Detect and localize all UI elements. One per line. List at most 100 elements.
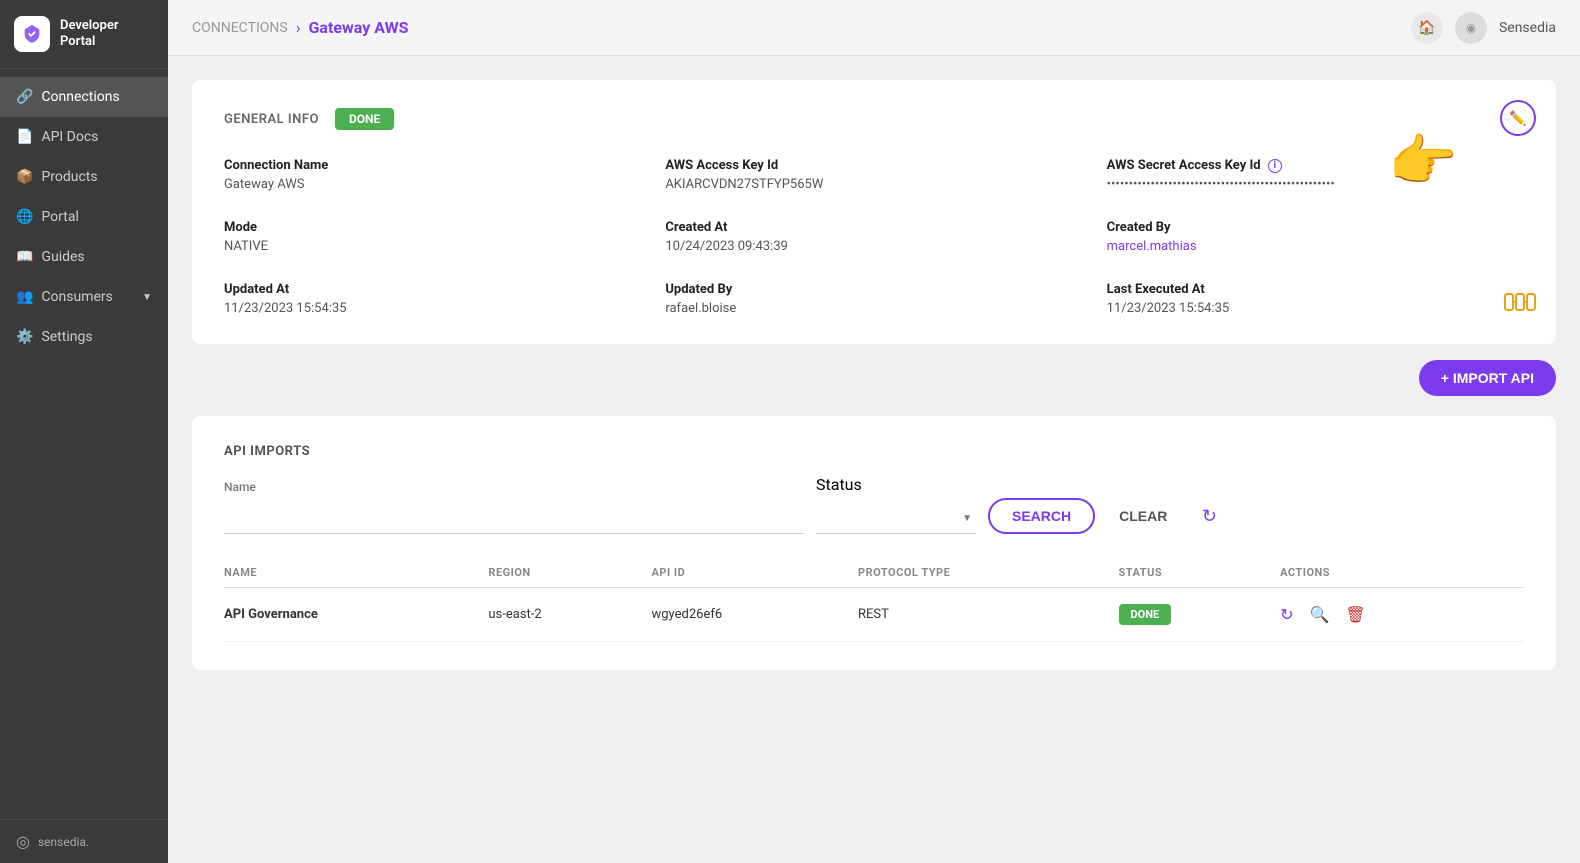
row-actions: ↻ 🔍 🗑: [1280, 588, 1524, 642]
sidebar-navigation: 🔗 Connections 📄 API Docs 📦 Products 🌐 Po…: [0, 69, 168, 819]
general-info-status-badge: DONE: [335, 108, 394, 130]
table-header: NAME REGION API ID PROTOCOL TYPE STATUS …: [224, 558, 1524, 588]
sidebar-item-guides[interactable]: 📖 Guides: [0, 237, 168, 277]
field-last-executed-at-value: 11/23/2023 15:54:35: [1107, 301, 1524, 316]
field-updated-by-label: Updated By: [665, 282, 1082, 297]
page-content: 👈 GENERAL INFO DONE ✏️ Connection Name G…: [168, 56, 1580, 863]
col-name: NAME: [224, 558, 488, 588]
breadcrumb-current: Gateway AWS: [309, 18, 409, 37]
notifications-button[interactable]: ◉: [1455, 12, 1487, 44]
col-actions: ACTIONS: [1280, 558, 1524, 588]
clear-button[interactable]: CLEAR: [1107, 498, 1179, 534]
sidebar-footer: ◎ sensedia.: [0, 819, 168, 863]
topbar-actions: 🏠 ◉ Sensedia: [1411, 12, 1556, 44]
status-badge: DONE: [1119, 604, 1172, 625]
field-aws-access-key-id-value: AKIARCVDN27STFYP565W: [665, 177, 1082, 192]
col-status: STATUS: [1119, 558, 1281, 588]
row-api-id: wgyed26ef6: [651, 588, 858, 642]
field-updated-at-value: 11/23/2023 15:54:35: [224, 301, 641, 316]
row-region: us-east-2: [488, 588, 651, 642]
name-filter-field: Name: [224, 480, 804, 534]
search-button[interactable]: SEARCH: [988, 498, 1095, 534]
status-filter-field: Status DONE ERROR PENDING ▼: [816, 475, 976, 534]
col-protocol-type: PROTOCOL TYPE: [858, 558, 1118, 588]
logo-icon: [14, 16, 50, 52]
field-created-at-label: Created At: [665, 220, 1082, 235]
sidebar: Developer Portal 🔗 Connections 📄 API Doc…: [0, 0, 168, 863]
name-filter-input[interactable]: [224, 498, 804, 534]
settings-icon: ⚙️: [16, 329, 33, 345]
field-last-executed-at-label: Last Executed At: [1107, 282, 1524, 297]
sidebar-item-connections[interactable]: 🔗 Connections: [0, 77, 168, 117]
sensedia-footer-icon: ◎: [16, 832, 30, 851]
products-icon: 📦: [16, 169, 33, 185]
field-created-at: Created At 10/24/2023 09:43:39: [665, 220, 1082, 254]
home-button[interactable]: 🏠: [1411, 12, 1443, 44]
api-imports-title: API IMPORTS: [224, 444, 1524, 459]
refresh-action-icon[interactable]: ↻: [1280, 605, 1293, 624]
general-info-card: GENERAL INFO DONE ✏️ Connection Name Gat…: [192, 80, 1556, 344]
status-filter-select[interactable]: DONE ERROR PENDING: [816, 498, 976, 534]
logo-text: Developer Portal: [60, 18, 119, 49]
breadcrumb: CONNECTIONS › Gateway AWS: [192, 18, 1403, 37]
field-created-by-value: marcel.mathias: [1107, 239, 1524, 254]
row-protocol-type: REST: [858, 588, 1118, 642]
import-api-button[interactable]: + IMPORT API: [1419, 360, 1556, 396]
api-imports-card: API IMPORTS Name Status DONE ERROR PENDI…: [192, 416, 1556, 670]
col-region: REGION: [488, 558, 651, 588]
field-updated-at: Updated At 11/23/2023 15:54:35: [224, 282, 641, 316]
col-api-id: API ID: [651, 558, 858, 588]
schema-view-button[interactable]: [1504, 286, 1536, 324]
api-docs-icon: 📄: [16, 129, 33, 145]
sidebar-item-settings[interactable]: ⚙️ Settings: [0, 317, 168, 357]
main-content: CONNECTIONS › Gateway AWS 🏠 ◉ Sensedia 👈…: [168, 0, 1580, 863]
field-mode-value: NATIVE: [224, 239, 641, 254]
info-icon: i: [1268, 159, 1282, 173]
filter-row: Name Status DONE ERROR PENDING ▼ SEARCH …: [224, 475, 1524, 534]
portal-icon: 🌐: [16, 209, 33, 225]
field-last-executed-at: Last Executed At 11/23/2023 15:54:35: [1107, 282, 1524, 316]
breadcrumb-parent: CONNECTIONS: [192, 20, 288, 36]
field-updated-by-value: rafael.bloise: [665, 301, 1082, 316]
sidebar-item-products[interactable]: 📦 Products: [0, 157, 168, 197]
chevron-down-icon: ▼: [142, 292, 152, 303]
field-connection-name-value: Gateway AWS: [224, 177, 641, 192]
sidebar-item-consumers[interactable]: 👥 Consumers ▼: [0, 277, 168, 317]
sidebar-item-portal[interactable]: 🌐 Portal: [0, 197, 168, 237]
view-action-icon[interactable]: 🔍: [1309, 605, 1329, 624]
field-aws-access-key-id-label: AWS Access Key Id: [665, 158, 1082, 173]
status-filter-label: Status: [816, 475, 976, 494]
user-name: Sensedia: [1499, 20, 1556, 36]
refresh-button[interactable]: ↻: [1191, 498, 1227, 534]
info-grid: Connection Name Gateway AWS AWS Access K…: [224, 158, 1524, 316]
field-aws-secret-key-value: ••••••••••••••••••••••••••••••••••••••••…: [1107, 177, 1524, 192]
field-mode: Mode NATIVE: [224, 220, 641, 254]
delete-action-icon[interactable]: 🗑: [1345, 605, 1365, 624]
sidebar-item-api-docs[interactable]: 📄 API Docs: [0, 117, 168, 157]
sidebar-logo: Developer Portal: [0, 0, 168, 69]
data-table: NAME REGION API ID PROTOCOL TYPE STATUS …: [224, 558, 1524, 642]
action-icons: ↻ 🔍 🗑: [1280, 605, 1512, 624]
field-created-at-value: 10/24/2023 09:43:39: [665, 239, 1082, 254]
field-created-by-label: Created By: [1107, 220, 1524, 235]
field-aws-access-key-id: AWS Access Key Id AKIARCVDN27STFYP565W: [665, 158, 1082, 192]
consumers-icon: 👥: [16, 289, 33, 305]
connections-icon: 🔗: [16, 89, 33, 105]
field-connection-name: Connection Name Gateway AWS: [224, 158, 641, 192]
topbar: CONNECTIONS › Gateway AWS 🏠 ◉ Sensedia: [168, 0, 1580, 56]
field-updated-by: Updated By rafael.bloise: [665, 282, 1082, 316]
field-mode-label: Mode: [224, 220, 641, 235]
row-name: API Governance: [224, 588, 488, 642]
import-api-row: + IMPORT API: [192, 360, 1556, 408]
table-row: API Governance us-east-2 wgyed26ef6 REST…: [224, 588, 1524, 642]
field-aws-secret-key: AWS Secret Access Key Id i •••••••••••••…: [1107, 158, 1524, 192]
table-body: API Governance us-east-2 wgyed26ef6 REST…: [224, 588, 1524, 642]
guides-icon: 📖: [16, 249, 33, 265]
name-filter-label: Name: [224, 480, 804, 494]
field-updated-at-label: Updated At: [224, 282, 641, 297]
field-aws-secret-key-label: AWS Secret Access Key Id i: [1107, 158, 1524, 173]
edit-button[interactable]: ✏️: [1500, 100, 1536, 136]
field-connection-name-label: Connection Name: [224, 158, 641, 173]
api-imports-table: NAME REGION API ID PROTOCOL TYPE STATUS …: [224, 558, 1524, 642]
row-status: DONE: [1119, 588, 1281, 642]
